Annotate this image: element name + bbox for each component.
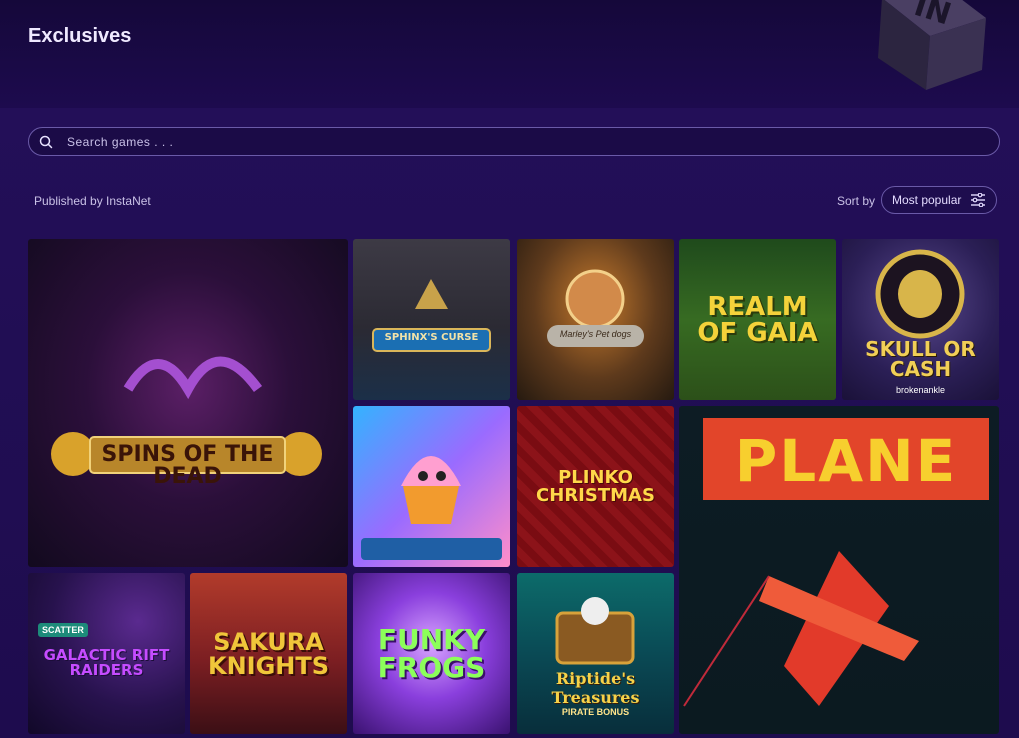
game-title: SKULL OR CASH [865,337,976,381]
sphinx-art [372,279,491,352]
game-title: SAKURA KNIGHTS [207,627,330,680]
game-title: Marley's Pet dogs [559,329,632,339]
publisher-label: Published by InstaNet [34,194,151,208]
game-tile-sakura-knights[interactable]: SAKURA KNIGHTS [190,573,347,734]
page-header: Exclusives IN [0,0,1019,108]
search-icon [39,135,53,148]
search-input[interactable] [67,134,967,149]
game-tile-spins-of-the-dead[interactable]: SPINS of the DEAD [28,239,348,567]
game-title: SPHINX'S CURSE [384,332,479,343]
sort-dropdown[interactable]: Most popular [881,186,997,214]
game-title: REALM OF GAIA [697,291,818,348]
scatter-badge: SCATTER [38,623,88,637]
game-tile-riptides-treasures[interactable]: Riptide's Treasures PIRATE BONUS [517,573,674,734]
game-tile-realm-of-gaia[interactable]: REALM OF GAIA [679,239,836,400]
game-tile-cupcake[interactable] [353,406,510,567]
instanet-logo-icon: IN [878,0,986,90]
game-tile-skull-or-cash[interactable]: SKULL OR CASH brokenankle [842,239,999,400]
sliders-icon [971,193,985,207]
game-tile-marleys-pet-dogs[interactable]: Marley's Pet dogs [517,239,674,400]
cupcake-art [361,456,502,560]
spins-art [51,356,322,476]
game-tile-funky-frogs[interactable]: FUNKY FROGS [353,573,510,734]
game-tile-sphinxs-curse[interactable]: SPHINX'S CURSE [353,239,510,400]
page-title: Exclusives [28,25,132,47]
game-tile-plane[interactable]: PLANE [679,406,999,734]
game-title: FUNKY FROGS [377,622,486,684]
game-title: SPINS of the DEAD [101,442,274,489]
game-subtitle: brokenankle [895,385,946,395]
marley-art [547,269,644,347]
game-title: PLINKO CHRISTMAS [536,466,655,506]
game-tile-galactic-rift-raiders[interactable]: SCATTER GALACTIC RIFT RAIDERS [28,573,185,734]
sort-selected-value: Most popular [892,193,962,207]
sort-label: Sort by [837,194,876,208]
search-bar[interactable] [28,127,1000,156]
game-tile-plinko-christmas[interactable]: PLINKO CHRISTMAS [517,406,674,567]
game-subtitle: PIRATE BONUS [561,707,630,717]
game-title: Riptide's Treasures [551,669,640,707]
game-title: PLANE [734,427,958,495]
game-title: GALACTIC RIFT RAIDERS [43,646,170,679]
